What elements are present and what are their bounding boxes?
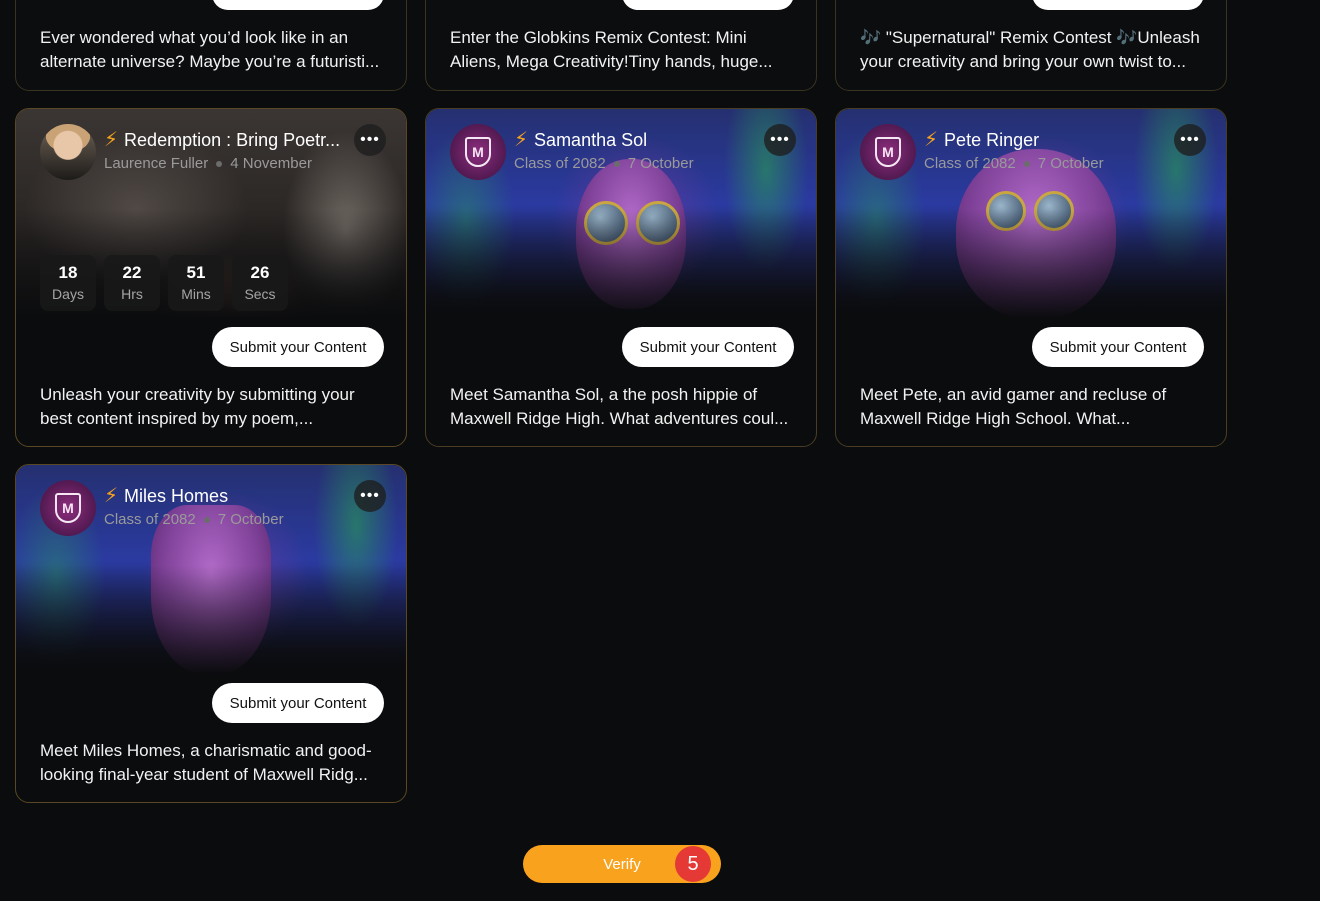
bolt-icon: ⚡	[514, 129, 529, 151]
card-date: 7 October	[217, 511, 284, 528]
card-author[interactable]: Class of 2082	[104, 511, 196, 528]
card-header: M ⚡ Samantha Sol Class of 2082 7 October…	[450, 124, 796, 184]
card-header: M ⚡ Miles Homes Class of 2082 7 October …	[40, 480, 386, 540]
verify-button[interactable]: Verify 5	[523, 845, 721, 883]
card-header: M ⚡ Pete Ringer Class of 2082 7 October …	[860, 124, 1206, 184]
card-title[interactable]: Redemption : Bring Poetr...	[124, 128, 340, 152]
submit-content-button[interactable]: Submit your Content	[622, 327, 794, 367]
more-options-icon[interactable]: •••	[354, 480, 386, 512]
countdown-days: 18 Days	[40, 255, 96, 311]
contest-card[interactable]: M ⚡ Miles Homes Class of 2082 7 October …	[15, 464, 407, 803]
countdown-seconds: 26 Secs	[232, 255, 288, 311]
submit-content-button[interactable]: Submit your Content	[212, 327, 384, 367]
contest-grid-page: Ever wondered what you’d look like in an…	[0, 0, 1320, 901]
contest-card[interactable]: M ⚡ Pete Ringer Class of 2082 7 October …	[835, 108, 1227, 447]
more-options-icon[interactable]: •••	[1174, 124, 1206, 156]
bolt-icon: ⚡	[104, 485, 119, 507]
card-date: 7 October	[627, 155, 694, 172]
school-crest-icon: M	[55, 493, 81, 523]
submit-content-button[interactable]: Submit your Content	[212, 683, 384, 723]
submit-content-button[interactable]	[622, 0, 794, 10]
avatar[interactable]: M	[450, 124, 506, 180]
school-crest-icon: M	[465, 137, 491, 167]
more-options-icon[interactable]: •••	[354, 124, 386, 156]
separator-dot	[1023, 160, 1030, 167]
avatar[interactable]	[40, 124, 96, 180]
contest-card[interactable]: M ⚡ Samantha Sol Class of 2082 7 October…	[425, 108, 817, 447]
card-author[interactable]: Laurence Fuller	[104, 155, 208, 172]
card-description: Meet Samantha Sol, a the posh hippie of …	[450, 385, 789, 428]
notification-count-badge: 5	[675, 846, 711, 882]
card-title[interactable]: Miles Homes	[124, 484, 228, 508]
separator-dot	[203, 516, 210, 523]
card-title[interactable]: Pete Ringer	[944, 128, 1039, 152]
submit-content-button[interactable]	[212, 0, 384, 10]
separator-dot	[613, 160, 620, 167]
countdown-minutes: 51 Mins	[168, 255, 224, 311]
countdown-hours: 22 Hrs	[104, 255, 160, 311]
card-title[interactable]: Samantha Sol	[534, 128, 647, 152]
contest-card[interactable]: 🎶 "Supernatural" Remix Contest 🎶Unleash …	[835, 0, 1227, 91]
card-description: Unleash your creativity by submitting yo…	[40, 385, 355, 428]
card-description: Meet Pete, an avid gamer and recluse of …	[860, 385, 1167, 428]
card-author[interactable]: Class of 2082	[514, 155, 606, 172]
bolt-icon: ⚡	[104, 129, 119, 151]
bolt-icon: ⚡	[924, 129, 939, 151]
contest-card[interactable]: Enter the Globkins Remix Contest: Mini A…	[425, 0, 817, 91]
card-description: Enter the Globkins Remix Contest: Mini A…	[450, 28, 773, 71]
verify-label: Verify	[603, 855, 641, 873]
card-description: Ever wondered what you’d look like in an…	[40, 28, 380, 71]
submit-content-button[interactable]: Submit your Content	[1032, 327, 1204, 367]
more-options-icon[interactable]: •••	[764, 124, 796, 156]
contest-card[interactable]: Ever wondered what you’d look like in an…	[15, 0, 407, 91]
card-date: 7 October	[1037, 155, 1104, 172]
card-author[interactable]: Class of 2082	[924, 155, 1016, 172]
avatar[interactable]: M	[860, 124, 916, 180]
card-description: Meet Miles Homes, a charismatic and good…	[40, 741, 372, 784]
card-header: ⚡ Redemption : Bring Poetr... Laurence F…	[40, 124, 386, 184]
separator-dot	[216, 160, 223, 167]
school-crest-icon: M	[875, 137, 901, 167]
countdown-timer: 18 Days 22 Hrs 51 Mins 26 Secs	[40, 255, 288, 311]
avatar[interactable]: M	[40, 480, 96, 536]
submit-content-button[interactable]	[1032, 0, 1204, 10]
card-date: 4 November	[230, 155, 312, 172]
card-description: 🎶 "Supernatural" Remix Contest 🎶Unleash …	[860, 28, 1200, 71]
contest-card[interactable]: ⚡ Redemption : Bring Poetr... Laurence F…	[15, 108, 407, 447]
